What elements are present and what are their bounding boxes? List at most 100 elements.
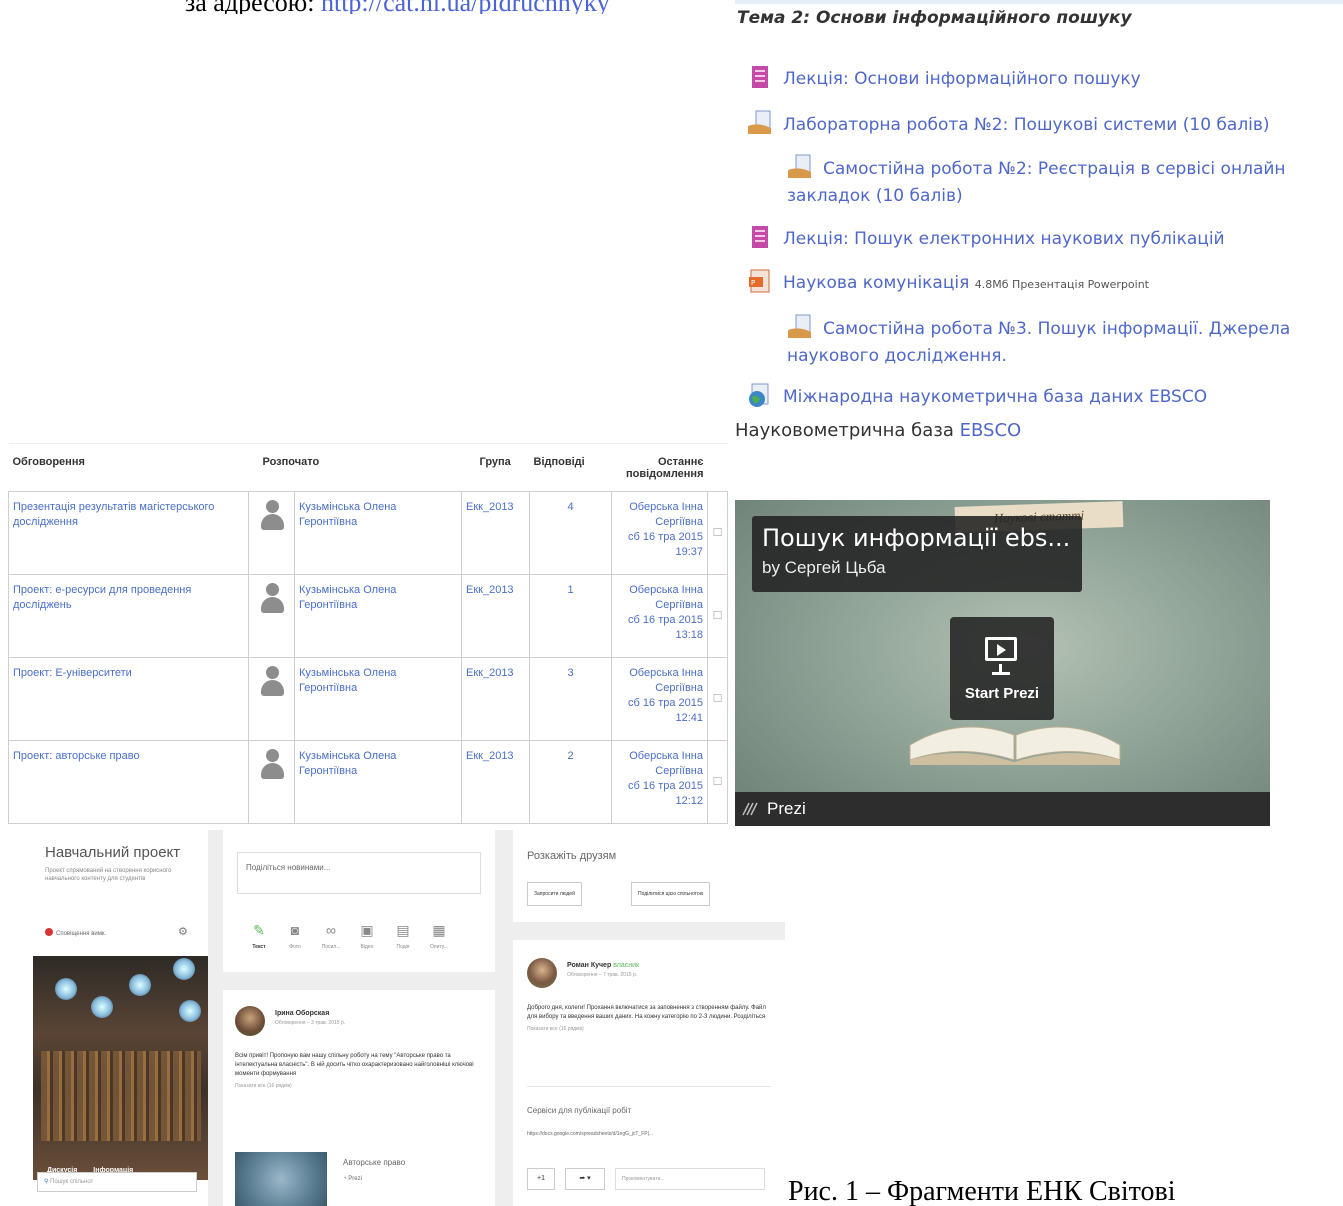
- last-post-author[interactable]: Оберська Інна Сергіївна: [616, 666, 703, 696]
- subscribe-checkbox[interactable]: ☐: [707, 491, 728, 575]
- author-link[interactable]: Кузьмінська Олена Геронтіївна: [294, 657, 462, 741]
- course-item-lecture-2[interactable]: Лекція: Пошук електронних наукових публі…: [747, 224, 1225, 253]
- subscribe-checkbox[interactable]: ☐: [707, 740, 728, 824]
- url-globe-icon: [749, 383, 769, 407]
- post-author[interactable]: Роман Кучер: [567, 962, 611, 969]
- start-prezi-button[interactable]: Start Prezi: [950, 617, 1054, 720]
- share-text-button[interactable]: ✎ Текст: [241, 922, 277, 950]
- chevron-down-icon: ▾: [587, 1175, 591, 1182]
- document-link[interactable]: http://cat.nl.ua/pidruchnyky: [321, 0, 610, 14]
- share-input[interactable]: Поділіться новинами...: [237, 852, 481, 894]
- prezi-title-box: Пошук информації ebs... by Сергей Цьба: [752, 516, 1083, 592]
- discussion-link[interactable]: Презентація результатів магістерського д…: [8, 491, 249, 575]
- search-icon: ⚲: [44, 1179, 49, 1185]
- share-photo-button[interactable]: ◙ Фото: [277, 922, 313, 950]
- course-item-label: Лекція: Пошук електронних наукових публі…: [783, 229, 1225, 249]
- header-started-by[interactable]: Розпочато: [248, 443, 462, 492]
- attachment-url[interactable]: https://docs.google.com/spreadsheets/d/1…: [527, 1131, 653, 1137]
- header-last-post[interactable]: Останнє повідомлення: [611, 443, 708, 492]
- community-right-column: Розкажіть друзям Запросити людей Поділит…: [513, 830, 785, 1206]
- last-post-author[interactable]: Оберська Інна Сергіївна: [616, 500, 703, 530]
- group-link[interactable]: Екк_2013: [461, 740, 530, 824]
- header-group[interactable]: Група: [461, 443, 530, 492]
- group-link[interactable]: Екк_2013: [461, 657, 530, 741]
- attachment-thumbnail[interactable]: [235, 1152, 327, 1206]
- user-icon: [259, 583, 285, 617]
- post-meta[interactable]: Обговорення – 3 трав. 2015 р.: [275, 1020, 345, 1026]
- last-post-author[interactable]: Оберська Інна Сергіївна: [616, 749, 703, 779]
- prezi-author[interactable]: by Сергей Цьба: [762, 558, 1070, 578]
- avatar: [248, 657, 295, 741]
- attachment-title[interactable]: Сервіси для публікації робіт: [527, 1106, 631, 1115]
- attachment-title[interactable]: Авторське право: [343, 1158, 405, 1167]
- subscribe-checkbox[interactable]: ☐: [707, 574, 728, 658]
- course-item-self-work-3[interactable]: Самостійна робота №3. Пошук інформації. …: [787, 314, 1337, 370]
- last-post-date[interactable]: сб 16 тра 2015: [616, 779, 703, 794]
- replies-count[interactable]: 3: [529, 657, 612, 741]
- share-poll-button[interactable]: ▦ Опиту...: [421, 922, 457, 950]
- share-community-button[interactable]: Поділитися цією спільнотою: [631, 882, 711, 906]
- prezi-embed[interactable]: Наукові статті Пошук информації ebs... b…: [735, 500, 1270, 826]
- discussion-link[interactable]: Проект: е-ресурси для проведення дослідж…: [8, 574, 249, 658]
- gear-icon[interactable]: ⚙: [178, 925, 188, 938]
- course-item-lab-2[interactable]: Лабораторна робота №2: Пошукові системи …: [747, 110, 1270, 139]
- discussion-link[interactable]: Проект: авторське право: [8, 740, 249, 824]
- header-discussion[interactable]: Обговорення: [8, 443, 249, 492]
- powerpoint-icon: P: [749, 269, 770, 293]
- ebsco-note-text: Науковометрична база: [735, 420, 954, 441]
- prezi-title[interactable]: Пошук информації ebs...: [762, 524, 1070, 552]
- plus-one-button[interactable]: +1: [527, 1168, 555, 1190]
- author-link[interactable]: Кузьмінська Олена Геронтіївна: [294, 574, 462, 658]
- share-event-button[interactable]: ▤ Подія: [385, 922, 421, 950]
- post-meta[interactable]: Обговорення – 7 трав. 2015 р.: [567, 972, 639, 978]
- community-search-input[interactable]: ⚲ Пошук спільнот: [37, 1172, 197, 1192]
- avatar[interactable]: [527, 958, 557, 988]
- course-item-label: Самостійна робота №2: Реєстрація в серві…: [787, 159, 1286, 206]
- group-link[interactable]: Екк_2013: [461, 574, 530, 658]
- post-text: Всім привіт! Пропоную вам нашу спільну р…: [235, 1053, 474, 1077]
- author-link[interactable]: Кузьмінська Олена Геронтіївна: [294, 740, 462, 824]
- last-post-time[interactable]: 12:12: [616, 794, 703, 809]
- share-link-button[interactable]: ∞ Посил...: [313, 922, 349, 950]
- post-author[interactable]: Ірина Оборская: [275, 1010, 345, 1017]
- replies-count[interactable]: 4: [529, 491, 612, 575]
- subscribe-checkbox[interactable]: ☐: [707, 657, 728, 741]
- last-post[interactable]: Оберська Інна Сергіївна сб 16 тра 2015 19:…: [611, 491, 708, 575]
- lecture-icon: [752, 66, 768, 88]
- last-post[interactable]: Оберська Інна Сергіївна сб 16 тра 2015 13:…: [611, 574, 708, 658]
- replies-count[interactable]: 2: [529, 740, 612, 824]
- share-video-button[interactable]: ▣ Відео: [349, 922, 385, 950]
- last-post-date[interactable]: сб 16 тра 2015: [616, 530, 703, 545]
- owner-badge: власник: [613, 962, 640, 969]
- show-more-link[interactable]: Показати все (16 рядків): [527, 1026, 773, 1032]
- replies-count[interactable]: 1: [529, 574, 612, 658]
- file-meta: 4.8Мб Презентація Powerpoint: [974, 278, 1149, 291]
- last-post-date[interactable]: сб 16 тра 2015: [616, 696, 703, 711]
- table-row: Проект: авторське право Кузьмінська Олен…: [8, 740, 728, 824]
- last-post-time[interactable]: 12:41: [616, 711, 703, 726]
- figure-caption: Рис. 1 – Фрагменти ЕНК Світові: [788, 1176, 1176, 1206]
- last-post[interactable]: Оберська Інна Сергіївна сб 16 тра 2015 12:…: [611, 740, 708, 824]
- last-post-time[interactable]: 19:37: [616, 545, 703, 560]
- course-item-self-work-2[interactable]: Самостійна робота №2: Реєстрація в серві…: [787, 154, 1337, 210]
- invite-people-button[interactable]: Запросити людей: [527, 882, 582, 906]
- last-post-time[interactable]: 13:18: [616, 628, 703, 643]
- last-post-author[interactable]: Оберська Інна Сергіївна: [616, 583, 703, 613]
- header-replies[interactable]: Відповіді: [529, 443, 612, 492]
- show-more-link[interactable]: Показати все (16 рядків): [235, 1083, 485, 1089]
- last-post[interactable]: Оберська Інна Сергіївна сб 16 тра 2015 12:…: [611, 657, 708, 741]
- last-post-date[interactable]: сб 16 тра 2015: [616, 613, 703, 628]
- course-item-lecture-1[interactable]: Лекція: Основи інформаційного пошуку: [747, 64, 1141, 93]
- author-link[interactable]: Кузьмінська Олена Геронтіївна: [294, 491, 462, 575]
- assignment-icon: [788, 154, 811, 178]
- share-button[interactable]: ➦ ▾: [565, 1168, 605, 1190]
- group-link[interactable]: Екк_2013: [461, 491, 530, 575]
- comment-input[interactable]: Прокоментувати...: [615, 1168, 765, 1190]
- prezi-footer-label[interactable]: Prezi: [767, 799, 806, 818]
- ebsco-note-link[interactable]: EBSCO: [960, 420, 1022, 441]
- course-item-presentation[interactable]: P Наукова комунікація 4.8Мб Презентація P…: [747, 268, 1149, 298]
- course-item-ebsco[interactable]: Міжнародна наукометрична база даних EBSC…: [747, 382, 1207, 411]
- notifications-toggle[interactable]: Сповіщення вимк.: [45, 928, 106, 937]
- discussion-link[interactable]: Проект: Е-університети: [8, 657, 249, 741]
- avatar[interactable]: [235, 1006, 265, 1036]
